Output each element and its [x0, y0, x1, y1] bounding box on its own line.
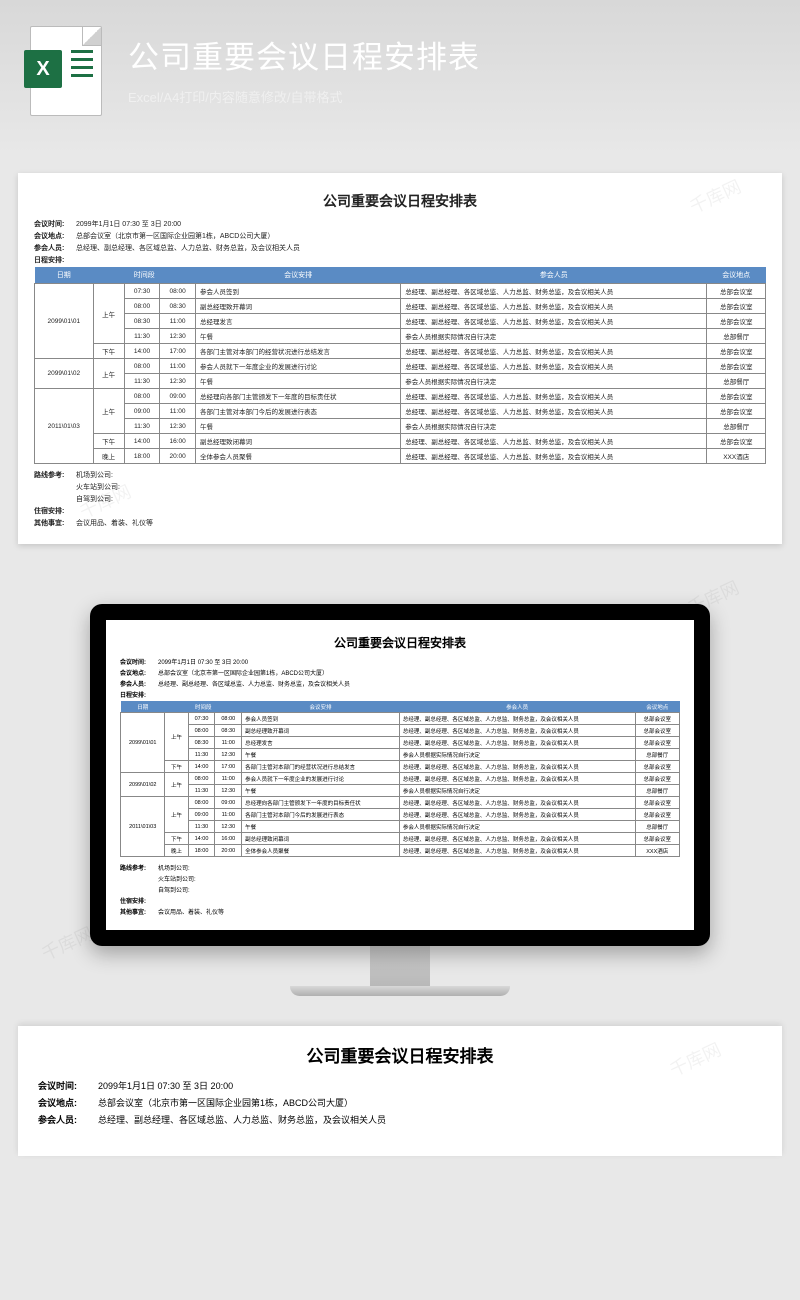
meta-label: 日程安排: [120, 690, 158, 699]
meta-value [158, 690, 680, 699]
table-row: 2099\01\02上午08:0011:00参会人员就下一年度企业的发展进行讨论… [121, 773, 680, 785]
doc-title: 公司重要会议日程安排表 [38, 1042, 762, 1067]
table-row: 08:3011:00总经理发言总经理、副总经理、各区域总监、人力总监、财务总监，… [121, 737, 680, 749]
meta-value: 总经理、副总经理、各区域总监、人力总监、财务总监，及会议相关人员 [76, 243, 766, 253]
meta-label: 参会人员: [120, 679, 158, 688]
meta-label: 会议地点: [34, 231, 76, 241]
meta-value: 总部会议室（北京市第一区国际企业园第1栋，ABCD公司大厦） [98, 1096, 762, 1109]
meta-value: 2099年1月1日 07:30 至 3日 20:00 [158, 657, 680, 666]
meta-value [76, 255, 766, 265]
table-row: 2099\01\01上午07:3008:00参会人员签到总经理、副总经理、各区域… [35, 284, 766, 299]
table-row: 08:0008:30副总经理致开幕词总经理、副总经理、各区域总监、人力总监、财务… [121, 725, 680, 737]
table-row: 11:3012:30午餐参会人员根据实际情况自行决定总部餐厅 [35, 419, 766, 434]
monitor-screen: 公司重要会议日程安排表会议时间:2099年1月1日 07:30 至 3日 20:… [106, 620, 694, 930]
meta-label: 住宿安排: [34, 506, 76, 516]
doc-title: 公司重要会议日程安排表 [34, 191, 766, 211]
meta-value: 总经理、副总经理、各区域总监、人力总监、财务总监，及会议相关人员 [98, 1113, 762, 1126]
meta-row: 参会人员:总经理、副总经理、各区域总监、人力总监、财务总监，及会议相关人员 [34, 243, 766, 253]
schedule-table: 日期时间段会议安排参会人员会议地点2099\01\01上午07:3008:00参… [120, 701, 680, 857]
table-row: 下午14:0016:00副总经理致闭幕词总经理、副总经理、各区域总监、人力总监、… [121, 833, 680, 845]
meta-label: 会议地点: [120, 668, 158, 677]
table-row: 11:3012:30午餐参会人员根据实际情况自行决定总部餐厅 [121, 749, 680, 761]
meta-row: 会议地点:总部会议室（北京市第一区国际企业园第1栋，ABCD公司大厦） [34, 231, 766, 241]
table-row: 2011\01\03上午08:0009:00总经理向各部门主管颁发下一年度的目标… [35, 389, 766, 404]
table-row: 下午14:0017:00各部门主管对本部门的经营状况进行总结发言总经理、副总经理… [121, 761, 680, 773]
meta-value: 2099年1月1日 07:30 至 3日 20:00 [76, 219, 766, 229]
meta-label: 路线参考: [120, 863, 158, 872]
table-row: 11:3012:30午餐参会人员根据实际情况自行决定总部餐厅 [35, 329, 766, 344]
monitor-mockup: 千库网 千库网 公司重要会议日程安排表会议时间:2099年1月1日 07:30 … [0, 604, 800, 996]
table-row: 2099\01\02上午08:0011:00参会人员就下一年度企业的发展进行讨论… [35, 359, 766, 374]
meta-label: 路线参考: [34, 470, 76, 480]
preview-sheet-cropped: 千库网 公司重要会议日程安排表 会议时间:2099年1月1日 07:30 至 3… [18, 1026, 782, 1156]
table-row: 下午14:0017:00各部门主管对本部门的经营状况进行总结发言总经理、副总经理… [35, 344, 766, 359]
meta-row: 会议时间:2099年1月1日 07:30 至 3日 20:00 [34, 219, 766, 229]
meta-label: 住宿安排: [120, 896, 158, 905]
meta-value: 2099年1月1日 07:30 至 3日 20:00 [98, 1079, 762, 1092]
meta-label: 参会人员: [34, 243, 76, 253]
meta-row: 参会人员:总经理、副总经理、各区域总监、人力总监、财务总监，及会议相关人员 [120, 679, 680, 688]
table-row: 11:3012:30午餐参会人员根据实际情况自行决定总部餐厅 [35, 374, 766, 389]
watermark: 千库网 [37, 920, 97, 966]
meta-label: 参会人员: [38, 1113, 98, 1126]
meta-label: 会议时间: [38, 1079, 98, 1092]
table-row: 08:0008:30副总经理致开幕词总经理、副总经理、各区域总监、人力总监、财务… [35, 299, 766, 314]
meta-row: 日程安排: [34, 255, 766, 265]
meta-label: 其他事宜: [34, 518, 76, 528]
preview-sheet-flat: 千库网 千库网 公司重要会议日程安排表会议时间:2099年1月1日 07:30 … [18, 173, 782, 544]
table-row: 下午14:0016:00副总经理致闭幕词总经理、副总经理、各区域总监、人力总监、… [35, 434, 766, 449]
meta-value: 总部会议室（北京市第一区国际企业园第1栋，ABCD公司大厦） [76, 231, 766, 241]
table-row: 2099\01\01上午07:3008:00参会人员签到总经理、副总经理、各区域… [121, 713, 680, 725]
schedule-table: 日期时间段会议安排参会人员会议地点2099\01\01上午07:3008:00参… [34, 267, 766, 464]
meta-label: 会议时间: [34, 219, 76, 229]
meta-label: 会议时间: [120, 657, 158, 666]
table-row: 晚上18:0020:00全体参会人员聚餐总经理、副总经理、各区域总监、人力总监、… [121, 845, 680, 857]
table-row: 09:0011:00各部门主管对本部门今后的发展进行表态总经理、副总经理、各区域… [121, 809, 680, 821]
doc-title: 公司重要会议日程安排表 [120, 634, 680, 651]
meta-row: 日程安排: [120, 690, 680, 699]
meta-label: 会议地点: [38, 1096, 98, 1109]
meta-row: 会议地点:总部会议室（北京市第一区国际企业园第1栋，ABCD公司大厦） [120, 668, 680, 677]
meta-label: 日程安排: [34, 255, 76, 265]
meta-value: 总经理、副总经理、各区域总监、人力总监、财务总监，及会议相关人员 [158, 679, 680, 688]
hero-subtitle: Excel/A4打印/内容随意修改/自带格式 [128, 87, 480, 106]
table-row: 11:3012:30午餐参会人员根据实际情况自行决定总部餐厅 [121, 785, 680, 797]
table-row: 09:0011:00各部门主管对本部门今后的发展进行表态总经理、副总经理、各区域… [35, 404, 766, 419]
meta-label: 其他事宜: [120, 907, 158, 916]
table-row: 11:3012:30午餐参会人员根据实际情况自行决定总部餐厅 [121, 821, 680, 833]
table-row: 晚上18:0020:00全体参会人员聚餐总经理、副总经理、各区域总监、人力总监、… [35, 449, 766, 464]
table-row: 08:3011:00总经理发言总经理、副总经理、各区域总监、人力总监、财务总监，… [35, 314, 766, 329]
hero-title: 公司重要会议日程安排表 [128, 32, 480, 77]
meta-row: 会议时间:2099年1月1日 07:30 至 3日 20:00 [120, 657, 680, 666]
meta-value: 总部会议室（北京市第一区国际企业园第1栋，ABCD公司大厦） [158, 668, 680, 677]
excel-file-icon: X [30, 26, 110, 116]
hero-banner: X 公司重要会议日程安排表 Excel/A4打印/内容随意修改/自带格式 [0, 0, 800, 155]
table-row: 2011\01\03上午08:0009:00总经理向各部门主管颁发下一年度的目标… [121, 797, 680, 809]
